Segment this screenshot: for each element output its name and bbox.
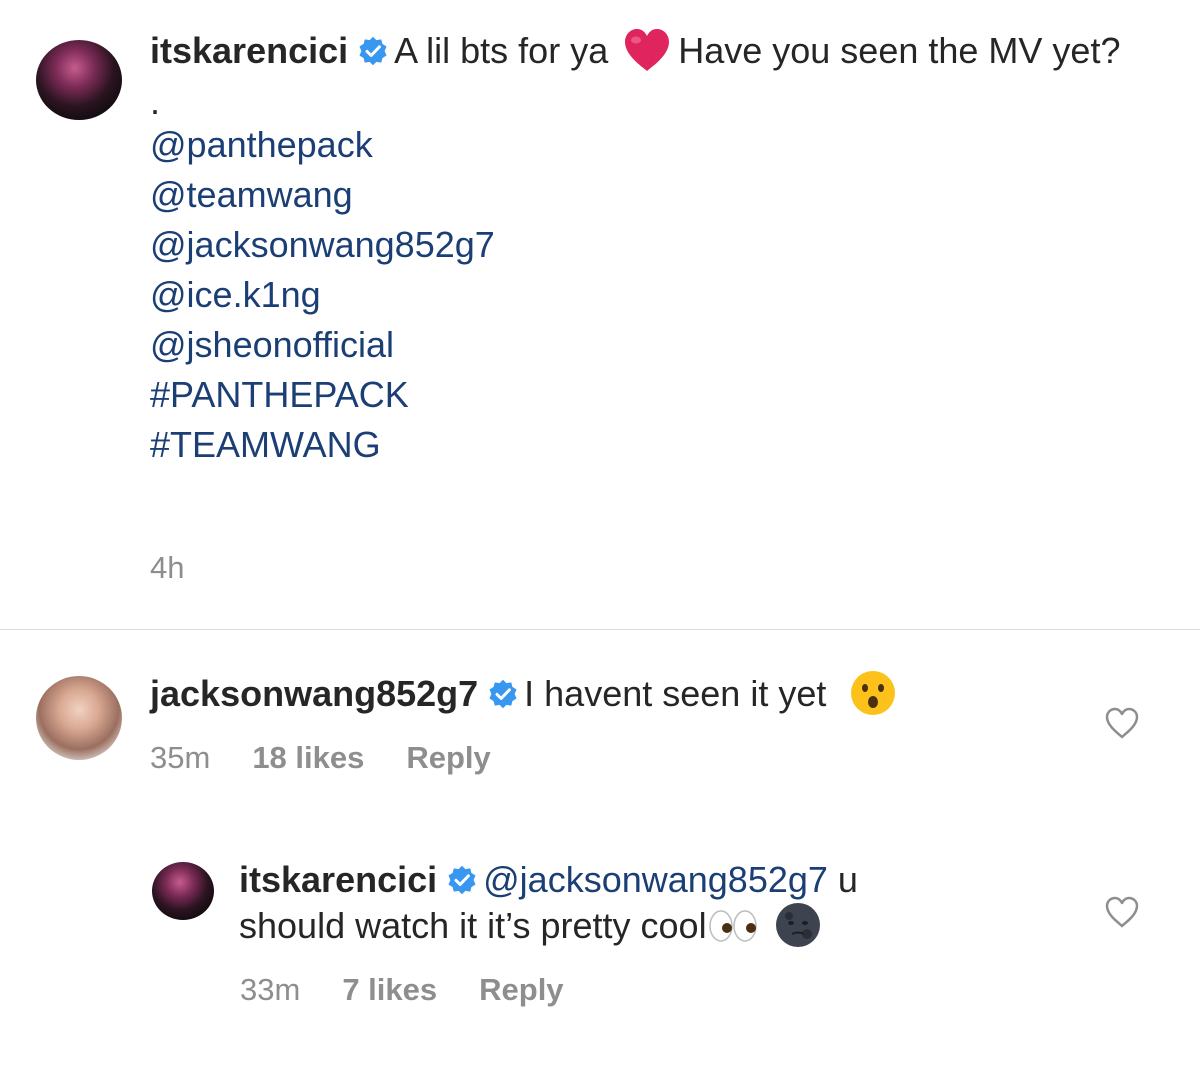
avatar[interactable]	[36, 40, 122, 120]
avatar[interactable]	[36, 676, 122, 760]
comment-meta: 35m 18 likes Reply	[150, 740, 533, 776]
comment-timestamp[interactable]: 33m	[240, 972, 300, 1007]
mention-link[interactable]: @jacksonwang852g7	[150, 220, 1160, 270]
username[interactable]: jacksonwang852g7	[150, 673, 478, 714]
hashtag-link[interactable]: #TEAMWANG	[150, 420, 1160, 470]
post-timestamp[interactable]: 4h	[150, 550, 184, 585]
mention-link[interactable]: @jacksonwang852g7	[483, 859, 828, 900]
caption-text: A lil bts for ya	[394, 30, 609, 71]
reply-button[interactable]: Reply	[479, 972, 563, 1007]
mention-link[interactable]: @teamwang	[150, 170, 1160, 220]
comment-body-2: should watch it it’s pretty cool	[239, 905, 707, 946]
hashtag-link[interactable]: #PANTHEPACK	[150, 370, 1160, 420]
comment-timestamp[interactable]: 35m	[150, 740, 210, 775]
new-moon-face-emoji-icon	[775, 903, 820, 947]
verified-badge-icon	[448, 865, 476, 895]
red-heart-emoji-icon	[625, 29, 670, 71]
eyes-emoji-icon	[708, 910, 757, 942]
post-meta: 4h	[150, 550, 226, 586]
username[interactable]: itskarencici	[239, 859, 437, 900]
caption-text-2: Have you seen the MV yet?	[678, 30, 1121, 71]
post-caption: itskarencici A lil bts for ya Have you s…	[150, 26, 1160, 470]
comment-text: itskarencici @jacksonwang852g7 u should …	[239, 858, 999, 948]
avatar[interactable]	[152, 862, 214, 920]
comment-text: jacksonwang852g7 I havent seen it yet	[150, 670, 1050, 716]
hushed-face-emoji-icon	[851, 671, 896, 715]
comment-body: I havent seen it yet	[524, 673, 827, 714]
verified-badge-icon	[359, 36, 387, 66]
likes-count[interactable]: 7 likes	[342, 972, 437, 1007]
reply-button[interactable]: Reply	[406, 740, 490, 775]
mention-link[interactable]: @jsheonofficial	[150, 320, 1160, 370]
username[interactable]: itskarencici	[150, 30, 348, 71]
like-heart-icon[interactable]	[1104, 706, 1140, 740]
comment-body: u	[837, 859, 858, 900]
mention-link[interactable]: @panthepack	[150, 120, 1160, 170]
caption-dot: .	[150, 81, 161, 122]
verified-badge-icon	[489, 679, 517, 709]
likes-count[interactable]: 18 likes	[252, 740, 364, 775]
divider	[0, 629, 1200, 630]
like-heart-icon[interactable]	[1104, 895, 1140, 929]
comment-meta: 33m 7 likes Reply	[240, 972, 606, 1008]
mention-link[interactable]: @ice.k1ng	[150, 270, 1160, 320]
